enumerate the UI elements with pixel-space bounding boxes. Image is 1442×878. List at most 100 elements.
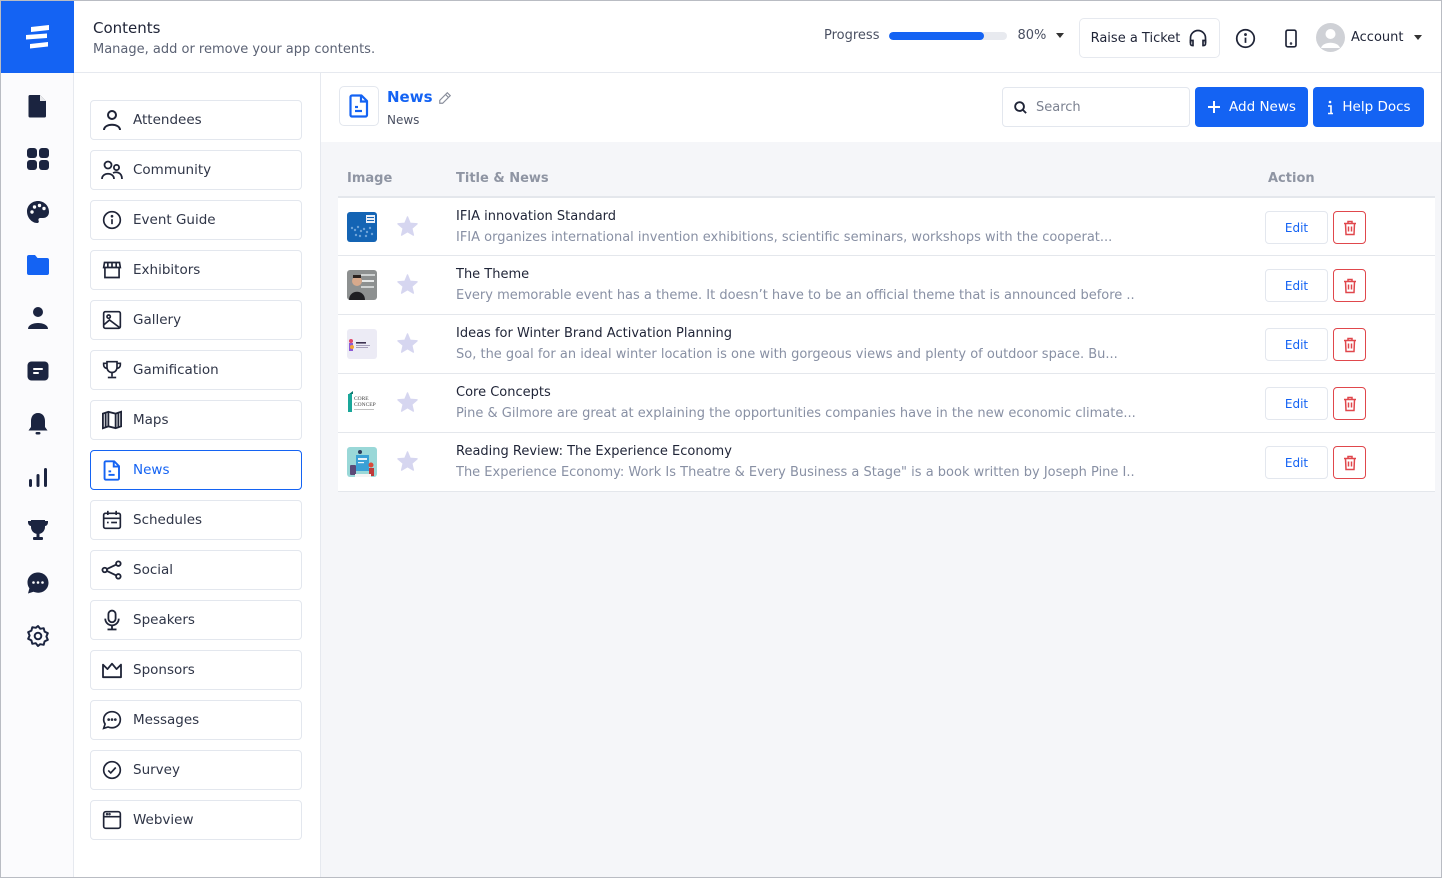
user-icon[interactable] — [25, 305, 51, 331]
mobile-phone-icon[interactable] — [1280, 27, 1302, 49]
content-item-exhibitors[interactable]: Exhibitors — [90, 250, 302, 290]
svg-text:CONCEP: CONCEP — [354, 402, 376, 408]
content-item-sponsors[interactable]: Sponsors — [90, 650, 302, 690]
news-description: The Experience Economy: Work Is Theatre … — [456, 465, 1136, 480]
star-icon[interactable] — [397, 392, 418, 416]
delete-button[interactable] — [1333, 269, 1366, 302]
content-item-label: Gallery — [133, 312, 182, 328]
chevron-down-icon — [1413, 35, 1422, 40]
help-docs-button[interactable]: Help Docs — [1313, 87, 1424, 127]
delete-button[interactable] — [1333, 211, 1366, 244]
bell-icon[interactable] — [25, 411, 51, 437]
add-news-label: Add News — [1229, 99, 1296, 115]
table-header: Image Title & News Action — [338, 161, 1435, 197]
content-item-label: Gamification — [133, 362, 219, 378]
palette-icon[interactable] — [25, 199, 51, 225]
info-i-icon — [1328, 100, 1334, 114]
page-title: Contents — [93, 19, 161, 37]
edit-button[interactable]: Edit — [1265, 269, 1328, 302]
account-menu[interactable]: Account — [1316, 23, 1422, 52]
edit-button[interactable]: Edit — [1265, 446, 1328, 479]
content-type-list: Attendees Community Event Guide Exhibito… — [74, 73, 321, 877]
star-icon[interactable] — [397, 216, 418, 240]
trash-icon — [1343, 337, 1356, 352]
edit-button[interactable]: Edit — [1265, 387, 1328, 420]
star-icon[interactable] — [397, 451, 418, 475]
content-item-schedules[interactable]: Schedules — [90, 500, 302, 540]
gear-icon[interactable] — [25, 623, 51, 649]
content-item-news[interactable]: News — [90, 450, 302, 490]
news-thumbnail — [347, 329, 377, 359]
edit-button[interactable]: Edit — [1265, 328, 1328, 361]
content-item-social[interactable]: Social — [90, 550, 302, 590]
table-row: Reading Review: The Experience Economy T… — [338, 433, 1435, 492]
content-item-gallery[interactable]: Gallery — [90, 300, 302, 340]
news-thumbnail — [347, 270, 377, 300]
column-header-title: Title & News — [456, 171, 549, 186]
raise-ticket-button[interactable]: Raise a Ticket — [1079, 18, 1220, 58]
users-icon — [101, 159, 123, 181]
storefront-icon — [101, 259, 123, 281]
trash-icon — [1343, 396, 1356, 411]
star-icon[interactable] — [397, 274, 418, 298]
map-icon — [101, 409, 123, 431]
content-item-messages[interactable]: Messages — [90, 700, 302, 740]
content-item-label: Schedules — [133, 512, 203, 528]
grid-icon[interactable] — [25, 146, 51, 172]
news-document-icon — [101, 459, 123, 481]
app-logo[interactable] — [1, 1, 74, 73]
content-item-label: News — [133, 462, 170, 478]
content-item-label: Community — [133, 162, 212, 178]
edit-button[interactable]: Edit — [1265, 211, 1328, 244]
search-icon — [1014, 100, 1027, 114]
check-circle-icon — [101, 759, 123, 781]
delete-button[interactable] — [1333, 387, 1366, 420]
content-item-label: Attendees — [133, 112, 202, 128]
content-item-label: Webview — [133, 812, 194, 828]
progress-label: Progress — [824, 28, 880, 43]
content-item-label: Maps — [133, 412, 169, 428]
chat-icon — [101, 709, 123, 731]
star-icon[interactable] — [397, 333, 418, 357]
delete-button[interactable] — [1333, 446, 1366, 479]
content-item-gamification[interactable]: Gamification — [90, 350, 302, 390]
chat-bubble-icon[interactable] — [25, 570, 51, 596]
search-input[interactable] — [1036, 99, 1176, 115]
search-field[interactable] — [1002, 87, 1190, 127]
trophy-icon[interactable] — [25, 517, 51, 543]
trash-icon — [1343, 278, 1356, 293]
section-title: News — [387, 88, 433, 106]
section-icon-box — [339, 86, 379, 126]
content-item-survey[interactable]: Survey — [90, 750, 302, 790]
help-docs-label: Help Docs — [1342, 99, 1411, 115]
document-icon[interactable] — [25, 93, 51, 119]
browser-window-icon — [101, 809, 123, 831]
news-description: Every memorable event has a theme. It do… — [456, 288, 1136, 303]
account-label: Account — [1351, 30, 1404, 45]
table-row: IFIA innovation Standard IFIA organizes … — [338, 197, 1435, 256]
pencil-icon[interactable] — [438, 90, 452, 109]
chevron-down-icon[interactable] — [1056, 33, 1065, 38]
news-title: IFIA innovation Standard — [456, 209, 617, 224]
content-item-attendees[interactable]: Attendees — [90, 100, 302, 140]
add-news-button[interactable]: Add News — [1195, 87, 1308, 127]
progress-value: 80% — [1017, 28, 1047, 43]
column-header-action: Action — [1268, 171, 1315, 186]
progress-widget[interactable]: Progress 80% — [824, 28, 1065, 43]
folder-icon[interactable] — [25, 252, 51, 278]
content-item-label: Speakers — [133, 612, 195, 628]
content-item-label: Event Guide — [133, 212, 216, 228]
message-square-icon[interactable] — [25, 358, 51, 384]
info-icon[interactable] — [1234, 27, 1256, 49]
content-item-community[interactable]: Community — [90, 150, 302, 190]
content-item-event-guide[interactable]: Event Guide — [90, 200, 302, 240]
microphone-icon — [101, 609, 123, 631]
bar-chart-icon[interactable] — [25, 464, 51, 490]
content-item-maps[interactable]: Maps — [90, 400, 302, 440]
news-description: So, the goal for an ideal winter locatio… — [456, 347, 1118, 362]
news-title: Reading Review: The Experience Economy — [456, 444, 732, 459]
delete-button[interactable] — [1333, 328, 1366, 361]
news-thumbnail — [347, 212, 377, 242]
content-item-webview[interactable]: Webview — [90, 800, 302, 840]
content-item-speakers[interactable]: Speakers — [90, 600, 302, 640]
